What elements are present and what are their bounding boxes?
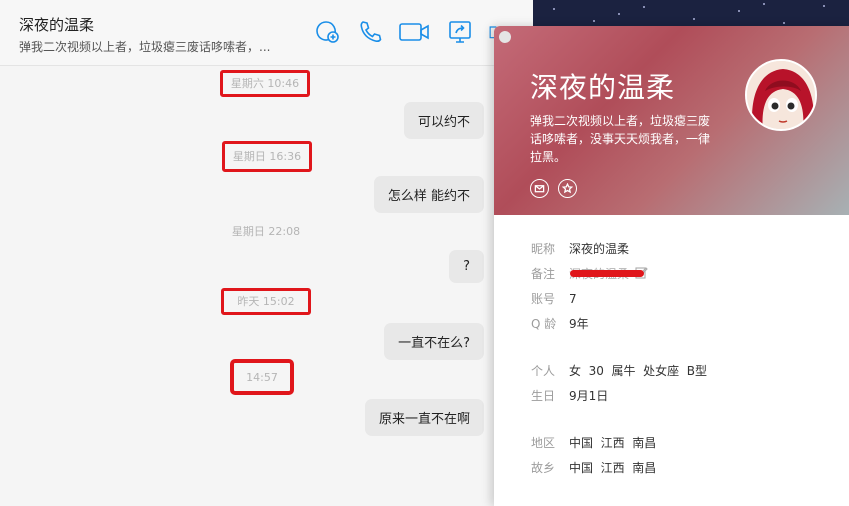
timestamp: 星期六 10:46 — [220, 70, 310, 97]
message-bubble[interactable]: 原来一直不在啊 — [364, 399, 484, 436]
message-bubble[interactable]: 怎么样 能约不 — [373, 176, 484, 213]
close-button[interactable] — [499, 31, 511, 43]
chat-plus-icon[interactable] — [313, 18, 341, 46]
chat-header: 深夜的温柔 弹我二次视频以上者，垃圾瘪三废话哆嗦者，... — [0, 0, 533, 66]
field-personal: 个人 女 30 属牛 处女座 B型 — [531, 364, 708, 378]
profile-details: 昵称 深夜的温柔 备注 深夜的温柔 账号 7 Q 龄 9年 个人 女 30 属牛… — [494, 215, 849, 506]
profile-banner: 深夜的温柔 弹我二次视频以上者，垃圾瘪三废话哆嗦者，没事天天烦我者，一律拉黑。 — [494, 26, 849, 215]
message-list[interactable]: 星期六 10:46 可以约不 星期日 16:36 怎么样 能约不 星期日 22:… — [0, 66, 494, 506]
avatar[interactable] — [745, 59, 817, 131]
profile-name: 深夜的温柔 — [530, 71, 676, 104]
field-region: 地区 中国 江西 南昌 — [531, 436, 657, 450]
field-birthday: 生日 9月1日 — [531, 389, 609, 403]
redaction-mark — [570, 270, 644, 277]
phone-icon[interactable] — [356, 18, 384, 46]
message-bubble[interactable]: 可以约不 — [403, 102, 484, 139]
screen-share-icon[interactable] — [446, 18, 474, 46]
contact-signature: 弹我二次视频以上者，垃圾瘪三废话哆嗦者，... — [19, 40, 271, 54]
field-q-age: Q 龄 9年 — [531, 317, 589, 331]
video-icon[interactable] — [398, 18, 430, 46]
mail-icon[interactable] — [530, 179, 549, 198]
star-icon[interactable] — [558, 179, 577, 198]
field-account: 账号 7 — [531, 292, 577, 306]
message-bubble[interactable]: ? — [449, 250, 484, 283]
field-nickname: 昵称 深夜的温柔 — [531, 242, 630, 256]
timestamp: 14:57 — [230, 359, 294, 395]
timestamp: 昨天 15:02 — [221, 288, 311, 315]
timestamp: 星期日 16:36 — [222, 141, 312, 172]
timestamp: 星期日 22:08 — [231, 225, 301, 238]
profile-signature: 弹我二次视频以上者，垃圾瘪三废话哆嗦者，没事天天烦我者，一律拉黑。 — [530, 114, 711, 164]
contact-name[interactable]: 深夜的温柔 — [19, 14, 94, 35]
profile-card: 深夜的温柔 弹我二次视频以上者，垃圾瘪三废话哆嗦者，没事天天烦我者，一律拉黑。 … — [494, 26, 849, 506]
message-bubble[interactable]: 一直不在么? — [384, 323, 484, 360]
field-hometown: 故乡 中国 江西 南昌 — [531, 461, 657, 475]
